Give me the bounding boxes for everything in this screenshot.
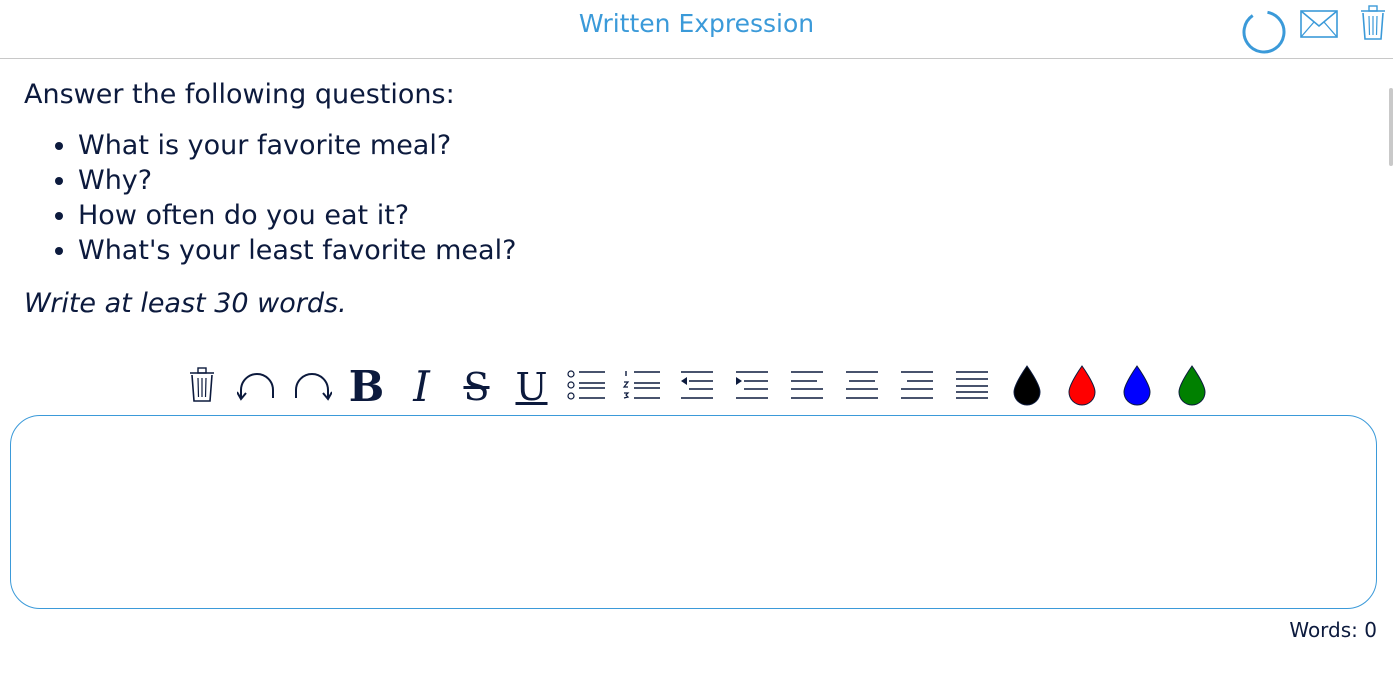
trash-icon	[189, 367, 215, 407]
numbered-list-button[interactable]	[614, 364, 669, 410]
answer-text-area[interactable]	[10, 415, 1377, 609]
question-item: What is your favorite meal?	[78, 128, 1364, 163]
progress-spinner-icon	[1241, 9, 1287, 59]
strikethrough-button[interactable]: S	[449, 364, 504, 410]
color-blue-button[interactable]	[1109, 364, 1164, 410]
indent-icon	[734, 370, 770, 404]
color-red-button[interactable]	[1054, 364, 1109, 410]
outdent-icon	[679, 370, 715, 404]
prompt-section: Answer the following questions: What is …	[24, 76, 1364, 322]
color-red-icon	[1067, 364, 1097, 410]
align-left-button[interactable]	[779, 364, 834, 410]
align-right-icon	[899, 370, 935, 404]
redo-icon	[292, 368, 333, 406]
scrollbar-thumb[interactable]	[1389, 88, 1393, 166]
redo-button[interactable]	[284, 364, 339, 410]
editor-toolbar: B I S U	[0, 364, 1393, 410]
color-green-icon	[1177, 364, 1207, 410]
underline-button[interactable]: U	[504, 364, 559, 410]
word-requirement-note: Write at least 30 words.	[24, 288, 347, 319]
color-green-button[interactable]	[1164, 364, 1219, 410]
underline-icon: U	[515, 365, 548, 409]
page-title: Written Expression	[578, 9, 815, 38]
align-justify-button[interactable]	[944, 364, 999, 410]
color-black-button[interactable]	[999, 364, 1054, 410]
question-item: Why?	[78, 163, 1364, 198]
question-list: What is your favorite meal? Why? How oft…	[24, 128, 1364, 268]
question-item: What's your least favorite meal?	[78, 233, 1364, 268]
word-count: Words: 0	[1289, 618, 1377, 642]
numbered-list-icon	[622, 369, 662, 405]
instruction-text: Answer the following questions:	[24, 79, 455, 110]
undo-button[interactable]	[229, 364, 284, 410]
undo-icon	[235, 368, 277, 406]
italic-button[interactable]: I	[394, 364, 449, 410]
clear-button[interactable]	[174, 364, 229, 410]
align-center-button[interactable]	[834, 364, 889, 410]
bullet-list-button[interactable]	[559, 364, 614, 410]
header-bar: Written Expression	[0, 0, 1393, 59]
indent-button[interactable]	[724, 364, 779, 410]
align-right-button[interactable]	[889, 364, 944, 410]
color-blue-icon	[1122, 364, 1152, 410]
trash-icon[interactable]	[1360, 5, 1386, 45]
bold-button[interactable]: B	[339, 364, 394, 410]
outdent-button[interactable]	[669, 364, 724, 410]
bold-icon: B	[348, 362, 385, 411]
italic-icon: I	[413, 362, 430, 411]
align-justify-icon	[954, 370, 990, 404]
align-center-icon	[844, 370, 880, 404]
align-left-icon	[789, 370, 825, 404]
color-black-icon	[1012, 364, 1042, 410]
bullet-list-icon	[566, 369, 607, 405]
question-item: How often do you eat it?	[78, 198, 1364, 233]
mail-icon[interactable]	[1300, 10, 1338, 42]
strikethrough-icon: S	[463, 365, 490, 409]
